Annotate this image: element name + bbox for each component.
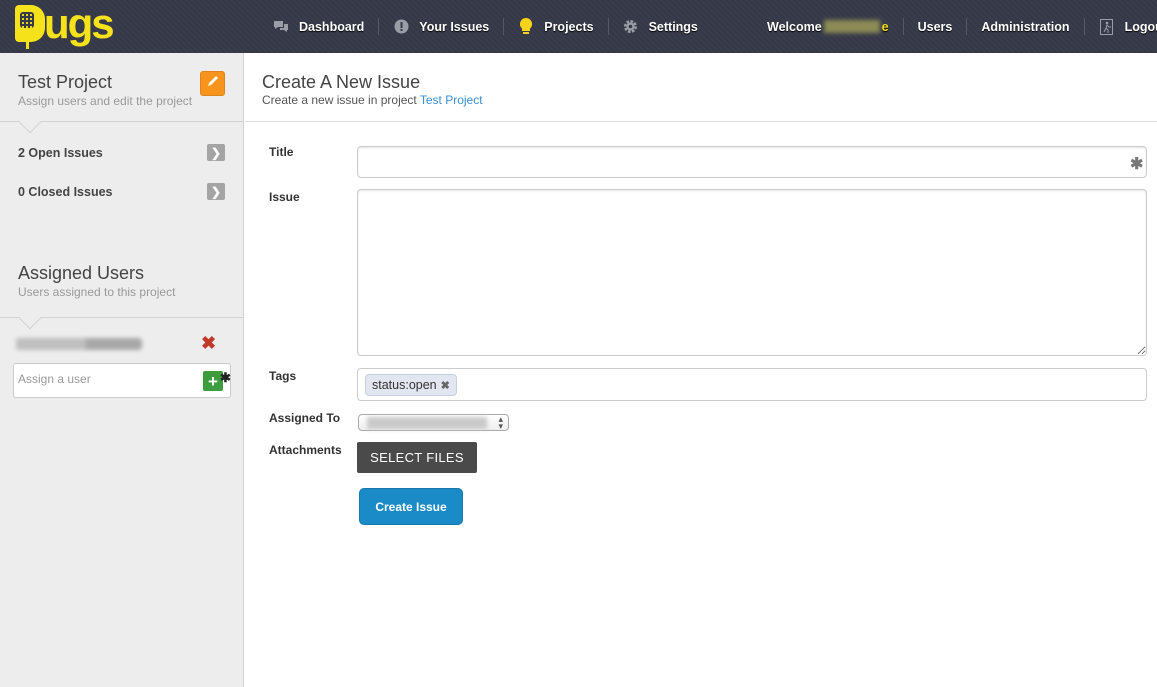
open-issues-link[interactable]: 2 Open Issues ❯ bbox=[0, 133, 243, 172]
top-navbar: ugs Dashboard Your Issues Projects Setti… bbox=[0, 0, 1157, 53]
nav-dashboard[interactable]: Dashboard bbox=[273, 18, 380, 35]
main-content: Create A New Issue Create a new issue in… bbox=[245, 53, 1157, 687]
pencil-icon bbox=[206, 74, 220, 93]
edit-project-button[interactable] bbox=[200, 71, 225, 96]
exclamation-circle-icon bbox=[393, 19, 409, 35]
assigned-user-name-redacted bbox=[16, 338, 142, 350]
welcome-user[interactable]: Welcome e bbox=[767, 18, 904, 35]
open-issues-label: 2 Open Issues bbox=[18, 145, 103, 160]
required-star-icon: ✱ bbox=[220, 370, 231, 385]
nav-your-issues[interactable]: Your Issues bbox=[379, 18, 505, 35]
select-files-button[interactable]: SELECT FILES bbox=[357, 442, 477, 473]
nav-label: Your Issues bbox=[419, 19, 490, 34]
title-label: Title bbox=[269, 145, 294, 159]
chevron-right-icon[interactable]: ❯ bbox=[207, 144, 225, 161]
project-link[interactable]: Test Project bbox=[420, 93, 483, 107]
nav-settings[interactable]: Settings bbox=[609, 18, 712, 35]
nav-label: Projects bbox=[544, 19, 594, 34]
chevron-right-icon[interactable]: ❯ bbox=[207, 183, 225, 200]
issue-links: 2 Open Issues ❯ 0 Closed Issues ❯ bbox=[0, 122, 243, 211]
welcome-prefix: Welcome bbox=[767, 19, 822, 34]
welcome-name-suffix: e bbox=[881, 19, 889, 34]
nav-label: Settings bbox=[648, 19, 698, 34]
gear-icon bbox=[623, 19, 639, 35]
project-header: Test Project Assign users and edit the p… bbox=[0, 53, 243, 134]
subtitle-text: Create a new issue in project bbox=[262, 93, 417, 107]
page-subtitle: Create a new issue in project Test Proje… bbox=[262, 93, 1140, 107]
assigned-users-subtitle: Users assigned to this project bbox=[18, 285, 176, 299]
title-input[interactable] bbox=[357, 146, 1147, 178]
sidebar: Test Project Assign users and edit the p… bbox=[0, 53, 244, 687]
nav-label: Logout bbox=[1124, 19, 1157, 34]
assign-user-input[interactable] bbox=[18, 372, 198, 386]
chat-bubbles-icon bbox=[273, 19, 289, 35]
nav-projects[interactable]: Projects bbox=[504, 18, 609, 35]
tag-chip: status:open ✖ bbox=[365, 374, 457, 396]
project-title: Test Project bbox=[18, 72, 113, 92]
attachments-label: Attachments bbox=[269, 443, 342, 457]
remove-user-x-icon[interactable]: ✖ bbox=[201, 334, 216, 352]
brand-name: ugs bbox=[44, 0, 115, 47]
brand-logo[interactable]: ugs bbox=[15, 0, 115, 49]
select-arrows-icon: ▴ ▾ bbox=[498, 414, 503, 431]
closed-issues-link[interactable]: 0 Closed Issues ❯ bbox=[0, 172, 243, 211]
nav-logout[interactable]: Logout bbox=[1085, 18, 1157, 35]
main-nav: Dashboard Your Issues Projects Settings bbox=[273, 0, 712, 53]
page-title: Create A New Issue bbox=[262, 72, 421, 92]
nav-label: Administration bbox=[981, 19, 1070, 34]
assigned-to-select[interactable]: ▴ ▾ bbox=[358, 414, 509, 431]
create-issue-button[interactable]: Create Issue bbox=[359, 488, 463, 525]
nav-users[interactable]: Users bbox=[904, 18, 968, 35]
issue-textarea[interactable] bbox=[357, 189, 1147, 356]
assigned-to-label: Assigned To bbox=[269, 411, 341, 425]
page-header: Create A New Issue Create a new issue in… bbox=[245, 53, 1157, 122]
assigned-to-value-redacted bbox=[367, 416, 487, 429]
assign-user-field: + ✱ bbox=[13, 363, 231, 398]
issue-label: Issue bbox=[269, 190, 300, 204]
tag-label: status:open bbox=[372, 378, 437, 392]
nav-administration[interactable]: Administration bbox=[967, 18, 1085, 35]
nav-label: Users bbox=[917, 19, 953, 34]
exit-door-icon bbox=[1099, 18, 1115, 35]
lightbulb-icon bbox=[518, 18, 534, 35]
user-nav: Welcome e Users Administration Logout bbox=[767, 0, 1157, 53]
remove-tag-x-icon[interactable]: ✖ bbox=[441, 379, 450, 392]
nav-label: Dashboard bbox=[299, 19, 365, 34]
required-star-icon: ✱ bbox=[1130, 156, 1144, 173]
fly-swatter-icon bbox=[15, 5, 45, 49]
welcome-name-redacted bbox=[823, 20, 880, 33]
assigned-users-title: Assigned Users bbox=[18, 263, 145, 283]
closed-issues-label: 0 Closed Issues bbox=[18, 184, 113, 199]
tags-label: Tags bbox=[269, 369, 297, 383]
assigned-users-header: Assigned Users Users assigned to this pr… bbox=[0, 250, 243, 330]
project-subtitle: Assign users and edit the project bbox=[18, 94, 193, 108]
tags-input[interactable]: status:open ✖ bbox=[357, 368, 1147, 401]
